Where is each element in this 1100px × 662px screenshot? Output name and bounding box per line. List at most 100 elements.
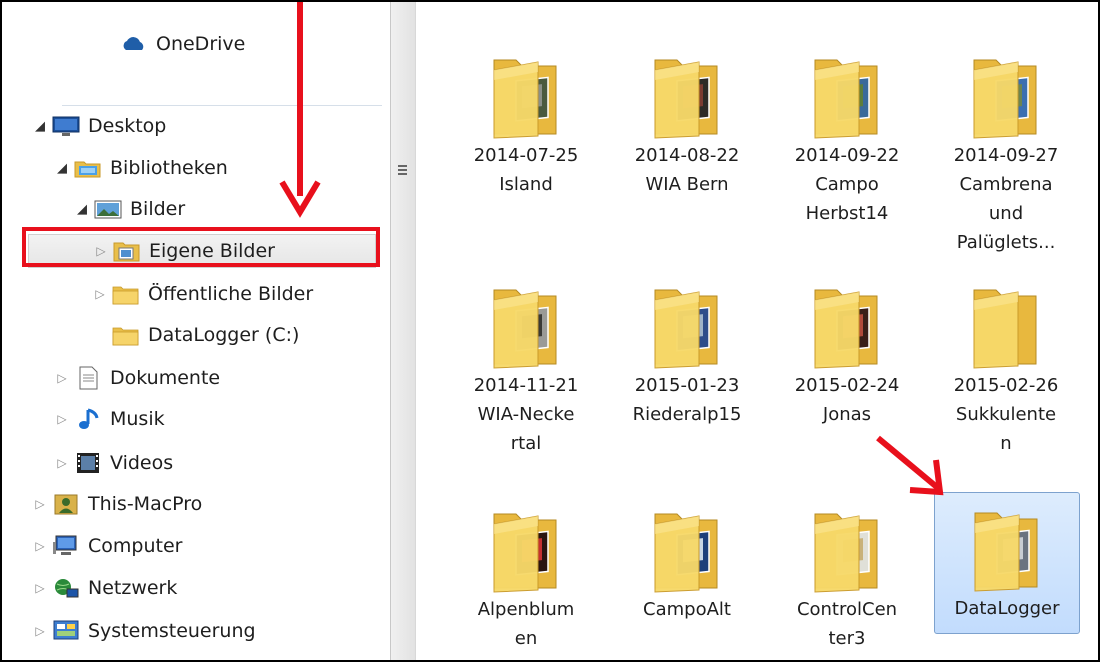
folder-item[interactable]: 2014-09-22 Campo Herbst14 — [773, 40, 921, 228]
nav-item-this-macpro[interactable]: ▷ This-MacPro — [32, 484, 202, 524]
folder-name-line: Palüglets... — [956, 232, 1056, 253]
collapsed-triangle-icon[interactable]: ▷ — [32, 497, 48, 511]
collapsed-triangle-icon[interactable]: ▷ — [54, 412, 70, 426]
nav-item-label: Systemsteuerung — [88, 619, 256, 642]
nav-item-öffentliche-bilder[interactable]: ▷ Öffentliche Bilder — [92, 274, 313, 314]
folder-name-line: Alpenblum — [477, 599, 575, 620]
pictures-library-icon — [94, 197, 122, 221]
folder-name-line: Cambrena — [959, 174, 1053, 195]
folder-item[interactable]: 2014-08-22 WIA Bern — [613, 40, 761, 199]
folder-thumbnail-icon — [967, 493, 1047, 593]
nav-item-dokumente[interactable]: ▷ Dokumente — [54, 358, 220, 398]
nav-item-desktop[interactable]: ◢ Desktop — [32, 106, 166, 146]
computer-icon — [52, 534, 80, 558]
nav-item-netzwerk[interactable]: ▷ Netzwerk — [32, 568, 177, 608]
desktop-icon — [52, 114, 80, 138]
nav-item-musik[interactable]: ▷ Musik — [54, 399, 165, 439]
folder-name-line: n — [1000, 433, 1012, 454]
folder-item[interactable]: DataLogger — [934, 492, 1080, 634]
folder-name-line: Herbst14 — [805, 203, 889, 224]
collapsed-triangle-icon[interactable]: ▷ — [92, 287, 108, 301]
folder-item[interactable]: 2015-02-26 Sukkulente n — [932, 270, 1080, 458]
nav-item-videos[interactable]: ▷ Videos — [54, 443, 173, 483]
folder-icon — [112, 323, 140, 347]
annotation-arrow-down-icon — [279, 2, 321, 218]
user-icon — [52, 492, 80, 516]
nav-item-label: Videos — [110, 451, 174, 474]
collapsed-triangle-icon[interactable]: ▷ — [54, 456, 70, 470]
nav-item-label: Bilder — [130, 197, 186, 220]
folder-thumbnail-icon — [807, 494, 887, 594]
nav-item-bilder[interactable]: ◢ Bilder — [74, 189, 185, 229]
folder-name: 2014-09-22 Campo Herbst14 — [773, 141, 921, 228]
nav-item-onedrive[interactable]: OneDrive — [100, 24, 245, 64]
folder-name-line: rtal — [510, 433, 542, 454]
folder-name-line: 2014-11-21 — [473, 375, 579, 396]
folder-thumbnail-icon — [486, 40, 566, 140]
folder-item[interactable]: CampoAlt — [613, 494, 761, 624]
folder-name-line: 2014-09-22 — [794, 145, 900, 166]
folder-name-line: ControlCen — [796, 599, 898, 620]
pane-splitter[interactable] — [390, 2, 416, 660]
folder-name-line: 2014-07-25 — [473, 145, 579, 166]
folder-thumbnail-icon — [807, 40, 887, 140]
folder-item[interactable]: Alpenblum en — [452, 494, 600, 653]
nav-item-datalogger-c[interactable]: DataLogger (C:) — [92, 315, 299, 355]
folder-name-line: ter3 — [828, 628, 866, 649]
folder-name: 2015-02-26 Sukkulente n — [932, 371, 1080, 458]
nav-item-label: This-MacPro — [88, 492, 203, 515]
folder-name-line: Sukkulente — [955, 404, 1057, 425]
highlight-box — [22, 227, 380, 267]
folder-name-line: und — [988, 203, 1024, 224]
folder-name-line: CampoAlt — [643, 599, 731, 620]
nav-item-bibliotheken[interactable]: ◢ Bibliotheken — [54, 148, 228, 188]
folder-thumbnail-icon — [647, 40, 727, 140]
navigation-pane: OneDrive ◢ Desktop ◢ Bibliotheken ◢ Bilder ▷ Eig… — [2, 2, 390, 660]
nav-item-label: OneDrive — [156, 32, 246, 55]
annotation-arrow-diagonal-icon — [876, 435, 944, 496]
folder-item[interactable]: 2014-07-25 Island — [452, 40, 600, 199]
folder-name: DataLogger — [935, 594, 1079, 623]
nav-item-computer[interactable]: ▷ Computer — [32, 526, 182, 566]
folder-name: 2015-02-24 Jonas — [773, 371, 921, 429]
folder-thumbnail-icon — [647, 494, 727, 594]
folder-name-line: WIA Bern — [645, 174, 729, 195]
nav-item-label: Dokumente — [110, 366, 221, 389]
folder-item[interactable]: 2014-09-27 Cambrena und Palüglets... — [932, 40, 1080, 257]
folder-name: 2014-11-21 WIA-Necke rtal — [452, 371, 600, 458]
onedrive-icon — [120, 32, 148, 56]
folder-name-line: 2014-09-27 — [953, 145, 1059, 166]
expanded-triangle-icon[interactable]: ◢ — [54, 161, 70, 176]
folder-item[interactable]: 2015-02-24 Jonas — [773, 270, 921, 429]
folder-name-line: en — [514, 628, 538, 649]
collapsed-triangle-icon[interactable]: ▷ — [32, 624, 48, 638]
collapsed-triangle-icon[interactable]: ▷ — [54, 371, 70, 385]
videos-icon — [74, 451, 102, 475]
folder-icon — [112, 282, 140, 306]
expanded-triangle-icon[interactable]: ◢ — [32, 119, 48, 134]
folder-name: CampoAlt — [613, 595, 761, 624]
nav-item-label: DataLogger (C:) — [148, 323, 300, 346]
expanded-triangle-icon[interactable]: ◢ — [74, 202, 90, 217]
folder-item[interactable]: 2015-01-23 Riederalp15 — [613, 270, 761, 429]
nav-item-label: Öffentliche Bilder — [148, 282, 314, 305]
folder-name-line: 2015-01-23 — [634, 375, 740, 396]
folder-name-line: DataLogger — [954, 598, 1060, 619]
network-icon — [52, 576, 80, 600]
nav-item-label: Musik — [110, 407, 165, 430]
nav-item-label: Computer — [88, 534, 183, 557]
collapsed-triangle-icon[interactable]: ▷ — [32, 581, 48, 595]
splitter-grip-icon — [398, 165, 407, 177]
collapsed-triangle-icon[interactable]: ▷ — [32, 539, 48, 553]
nav-item-label: Desktop — [88, 114, 167, 137]
folder-item[interactable]: 2014-11-21 WIA-Necke rtal — [452, 270, 600, 458]
folder-item[interactable]: ControlCen ter3 — [773, 494, 921, 653]
folder-thumbnail-icon — [966, 270, 1046, 370]
nav-item-systemsteuerung[interactable]: ▷ Systemsteuerung — [32, 611, 256, 651]
folder-thumbnail-icon — [647, 270, 727, 370]
folder-name-line: WIA-Necke — [477, 404, 575, 425]
content-pane: 2014-07-25 Island 2014-08-22 WIA Bern 2014… — [416, 2, 1098, 660]
folder-name: 2014-07-25 Island — [452, 141, 600, 199]
music-icon — [74, 407, 102, 431]
folder-name-line: Campo — [815, 174, 879, 195]
